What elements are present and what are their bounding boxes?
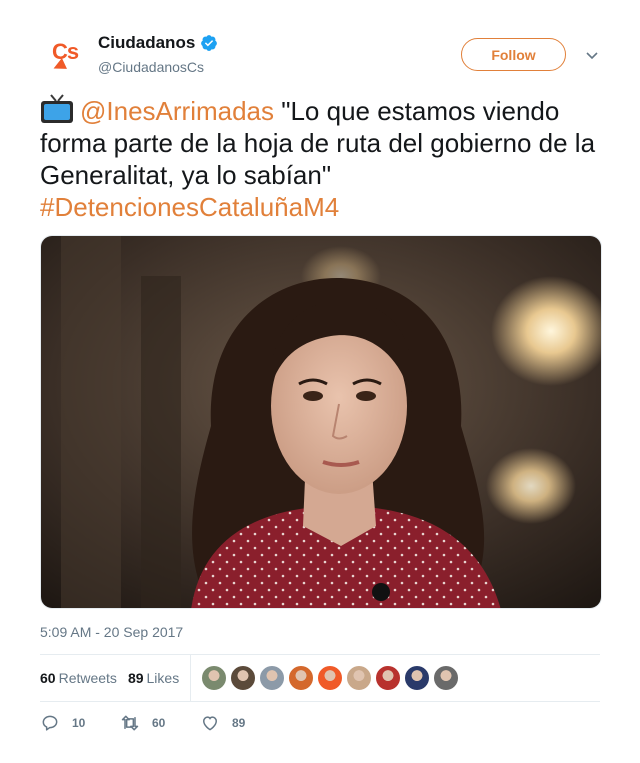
author-avatar[interactable]: Cs (40, 30, 90, 80)
liker-avatar[interactable] (317, 665, 344, 691)
retweets-stat-count: 60 (40, 670, 56, 686)
retweet-icon (121, 715, 139, 731)
tweet-text: @InesArrimadas "Lo que estamos viendo fo… (40, 94, 605, 223)
liker-avatar[interactable] (375, 665, 402, 691)
author-info: Ciudadanos @CiudadanosCs (98, 33, 218, 75)
verified-badge-icon (201, 35, 218, 51)
tweet-actions: 10 60 89 (40, 712, 280, 734)
reply-icon (42, 715, 58, 731)
liker-avatars (201, 665, 460, 691)
author-name-row[interactable]: Ciudadanos (98, 33, 218, 53)
liker-avatar[interactable] (288, 665, 315, 691)
retweet-action[interactable]: 60 (120, 713, 200, 733)
hashtag-link[interactable]: #DetencionesCataluñaM4 (40, 192, 339, 222)
stats-separator (190, 655, 192, 701)
retweets-stat-label: Retweets (58, 670, 117, 686)
like-action[interactable]: 89 (200, 713, 280, 733)
chevron-down-icon[interactable] (584, 47, 600, 63)
liker-avatar[interactable] (259, 665, 286, 691)
liker-avatar[interactable] (230, 665, 257, 691)
author-handle[interactable]: @CiudadanosCs (98, 59, 218, 75)
author-name[interactable]: Ciudadanos (98, 33, 195, 53)
liker-avatar[interactable] (346, 665, 373, 691)
reply-action[interactable]: 10 (40, 713, 120, 733)
liker-avatar[interactable] (433, 665, 460, 691)
retweets-stat[interactable]: 60 Retweets (40, 670, 117, 686)
retweet-count: 60 (152, 716, 166, 730)
follow-button[interactable]: Follow (461, 38, 566, 71)
stats-bottom-divider (40, 701, 600, 702)
tweet-timestamp[interactable]: 5:09 AM - 20 Sep 2017 (40, 624, 183, 640)
likes-stat[interactable]: 89 Likes (128, 670, 179, 686)
mention-link[interactable]: @InesArrimadas (80, 96, 274, 126)
like-count: 89 (232, 716, 246, 730)
tweet-photo[interactable] (40, 235, 602, 609)
tweet-header: Cs Ciudadanos @CiudadanosCs Follow (40, 30, 610, 80)
liker-avatar[interactable] (404, 665, 431, 691)
likes-stat-label: Likes (146, 670, 180, 686)
tv-icon (41, 94, 73, 123)
tweet-stats: 60 Retweets 89 Likes (40, 655, 600, 701)
reply-count: 10 (72, 716, 86, 730)
likes-stat-count: 89 (127, 670, 144, 686)
tweet-photo-image (41, 236, 601, 608)
heart-icon (202, 716, 218, 731)
liker-avatar[interactable] (201, 665, 228, 691)
